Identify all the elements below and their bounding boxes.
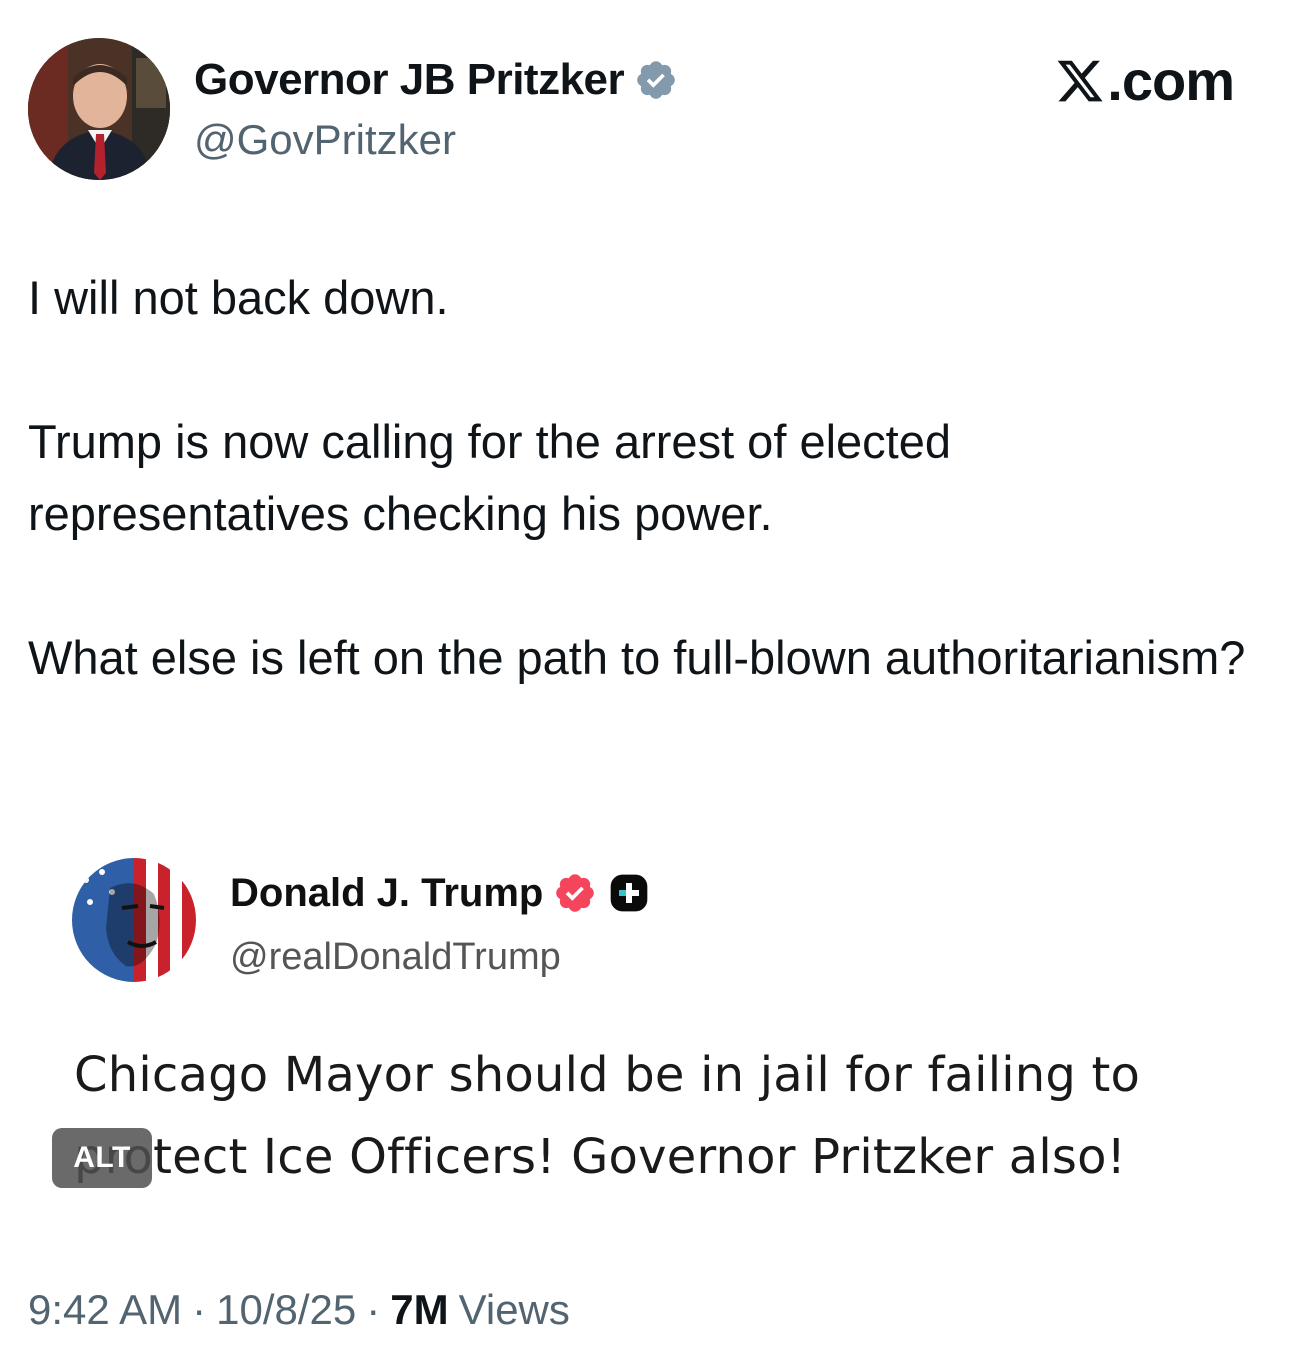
views-count[interactable]: 7M <box>390 1286 448 1334</box>
meta-separator: · <box>192 1286 207 1333</box>
author-avatar[interactable] <box>28 38 170 180</box>
site-brand-text: .com <box>1107 49 1235 112</box>
embedded-name-row: Donald J. Trump <box>230 870 649 916</box>
tweet-time[interactable]: 9:42 AM <box>28 1286 182 1334</box>
tweet-paragraph: I will not back down. <box>28 271 449 324</box>
tweet-text: I will not back down. Trump is now calli… <box>28 262 1258 694</box>
author-name[interactable]: Governor JB Pritzker <box>194 55 625 105</box>
author-name-row: Governor JB Pritzker <box>194 54 678 106</box>
embedded-author-handle: @realDonaldTrump <box>230 936 561 978</box>
author-handle[interactable]: @GovPritzker <box>194 116 456 164</box>
embedded-author-avatar <box>72 858 196 982</box>
embedded-post-text: Chicago Mayor should be in jail for fail… <box>74 1047 1141 1185</box>
embedded-avatar-image <box>72 858 196 982</box>
embedded-author-name: Donald J. Trump <box>230 870 544 915</box>
author-avatar-image <box>28 38 170 180</box>
embedded-post-image[interactable]: Donald J. Trump @realDonaldTrump Chicago… <box>72 858 1222 1198</box>
tweet-header: Governor JB Pritzker @GovPritzker .com <box>28 38 1262 180</box>
tweet-paragraph: What else is left on the path to full-bl… <box>28 631 1246 684</box>
site-brand: .com <box>1055 48 1235 113</box>
views-label: Views <box>458 1286 570 1333</box>
alt-text-button[interactable]: ALT <box>52 1128 152 1188</box>
plus-badge-icon <box>611 874 648 912</box>
tweet-date[interactable]: 10/8/25 <box>216 1286 356 1334</box>
meta-separator: · <box>366 1286 381 1333</box>
verified-badge-icon <box>637 61 675 99</box>
tweet-meta: 9:42 AM · 10/8/25 · 7M Views <box>28 1286 570 1334</box>
tweet-paragraph: Trump is now calling for the arrest of e… <box>28 415 951 540</box>
verified-badge-icon <box>556 874 595 912</box>
x-logo-icon <box>1057 60 1103 101</box>
